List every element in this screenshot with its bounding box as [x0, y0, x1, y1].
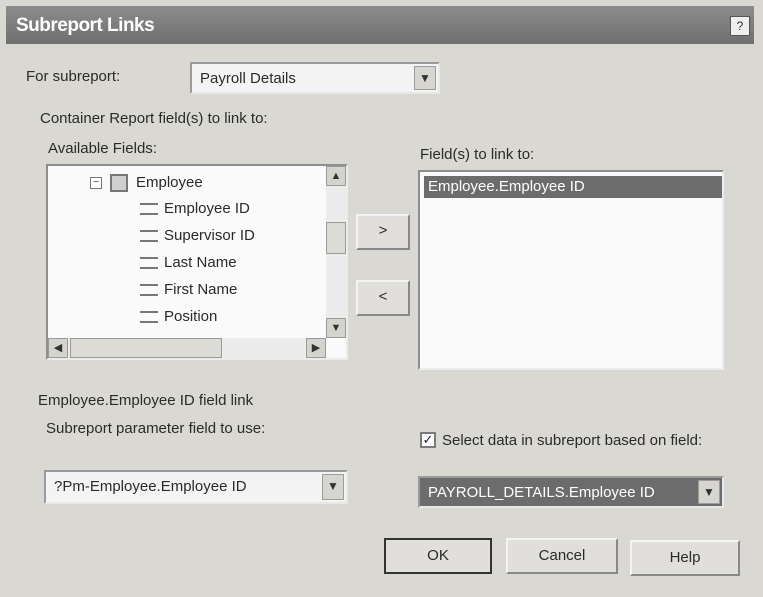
field-icon [140, 203, 158, 216]
scroll-up-icon[interactable]: ▲ [326, 166, 346, 186]
list-item[interactable]: Employee.Employee ID [424, 176, 722, 198]
chevron-down-icon[interactable]: ▼ [414, 66, 436, 90]
scroll-down-icon[interactable]: ▼ [326, 318, 346, 338]
field-icon [140, 230, 158, 243]
tree-field-first-name[interactable]: First Name [140, 279, 237, 301]
tree-field-employee-id[interactable]: Employee ID [140, 198, 250, 220]
tree-field-last-name[interactable]: Last Name [140, 252, 237, 274]
ok-button[interactable]: OK [384, 538, 492, 574]
fields-to-link-list[interactable]: Employee.Employee ID [418, 170, 724, 370]
for-subreport-value: Payroll Details [200, 70, 296, 87]
help-icon[interactable]: ? [730, 16, 750, 36]
subreport-parameter-label: Subreport parameter field to use: [46, 420, 266, 437]
group-label: Container Report field(s) to link to: [40, 110, 268, 127]
for-subreport-combo[interactable]: Payroll Details ▼ [190, 62, 440, 94]
field-icon [140, 284, 158, 297]
scroll-left-icon[interactable]: ◀ [48, 338, 68, 358]
tree-node-employee[interactable]: − Employee [90, 172, 203, 194]
tree-node-label: Employee [136, 174, 203, 191]
table-icon [110, 174, 128, 193]
select-data-checkbox[interactable]: ✓ [420, 432, 436, 448]
scroll-right-icon[interactable]: ▶ [306, 338, 326, 358]
available-fields-label: Available Fields: [48, 140, 157, 157]
collapse-icon[interactable]: − [90, 177, 102, 190]
available-fields-tree[interactable]: − Employee Employee ID Supervisor ID Last… [46, 164, 348, 360]
help-button[interactable]: Help [630, 540, 740, 576]
tree-field-position[interactable]: Position [140, 306, 217, 328]
chevron-down-icon[interactable]: ▼ [698, 480, 720, 504]
subreport-parameter-value: ?Pm-Employee.Employee ID [54, 478, 247, 495]
tree-field-supervisor-id[interactable]: Supervisor ID [140, 225, 255, 247]
for-subreport-label: For subreport: [26, 68, 121, 85]
chevron-down-icon[interactable]: ▼ [322, 474, 344, 500]
select-data-label: Select data in subreport based on field: [442, 432, 703, 449]
add-link-button[interactable]: > [356, 214, 410, 250]
window-title: Subreport Links [16, 15, 155, 36]
subreport-links-dialog: Subreport Links ? For subreport: Payroll… [0, 0, 763, 597]
cancel-button[interactable]: Cancel [506, 538, 618, 574]
scroll-thumb[interactable] [326, 222, 346, 254]
select-data-combo[interactable]: PAYROLL_DETAILS.Employee ID ▼ [418, 476, 724, 508]
field-icon [140, 257, 158, 270]
remove-link-button[interactable]: < [356, 280, 410, 316]
field-icon [140, 311, 158, 324]
subreport-parameter-combo[interactable]: ?Pm-Employee.Employee ID ▼ [44, 470, 348, 504]
vertical-scrollbar[interactable]: ▲ ▼ [326, 166, 346, 338]
horizontal-scrollbar[interactable]: ◀ ▶ [48, 338, 326, 358]
field-link-label: Employee.Employee ID field link [38, 392, 254, 409]
fields-to-link-label: Field(s) to link to: [420, 146, 535, 163]
select-data-value: PAYROLL_DETAILS.Employee ID [428, 484, 655, 501]
hscroll-thumb[interactable] [70, 338, 222, 358]
title-bar[interactable]: Subreport Links ? [6, 6, 754, 44]
